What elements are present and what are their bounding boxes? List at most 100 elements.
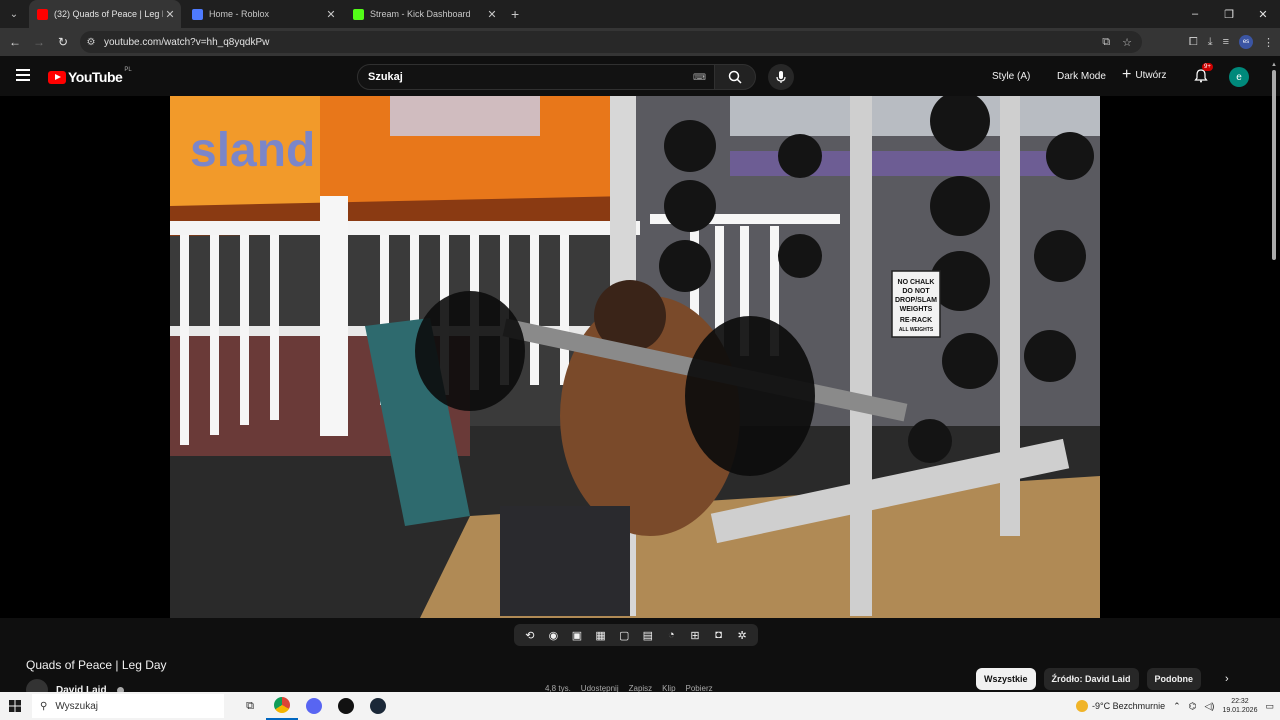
svg-text:DROP/SLAM: DROP/SLAM [895,297,937,304]
search-icon: ⚲ [40,700,48,712]
speed-icon[interactable]: ◔ [662,629,680,641]
close-tab-icon[interactable]: ✕ [163,8,177,21]
chip-from-channel[interactable]: Źródło: David Laid [1043,668,1139,690]
scrollbar-thumb[interactable] [1272,70,1276,260]
svg-text:ALL WEIGHTS: ALL WEIGHTS [899,327,934,333]
video-frame[interactable]: sland NO CHALK DO NOT DROP/SLAM WEIGHTS … [170,96,1100,618]
chrome-icon[interactable] [266,692,298,720]
page-scrollbar[interactable]: ▲ [1271,62,1277,720]
create-button[interactable]: + Utwórz [1122,66,1167,83]
notification-center-icon[interactable]: ▭ [1265,701,1274,712]
close-tab-icon[interactable]: ✕ [324,8,338,21]
camera-icon[interactable]: ▣ [568,629,586,642]
voice-search-button[interactable] [768,64,794,90]
account-avatar[interactable]: e [1229,67,1249,87]
app-icon[interactable] [330,692,362,720]
notification-badge: 9+ [1202,63,1213,71]
youtube-logo[interactable]: YouTube PL [48,67,132,85]
kick-favicon-icon [353,8,364,20]
loop-icon[interactable]: ⟲ [521,629,539,642]
youtube-play-icon [48,70,66,84]
maximize-button[interactable]: ❐ [1212,8,1246,21]
system-tray: -9°C Bezchmurnie ⌃ ⌬ ◁) 22:32 19.01.2026… [1075,692,1280,720]
clock-date: 19.01.2026 [1222,707,1258,714]
filter-chips: Wszystkie Źródło: David Laid Podobne › [976,668,1229,690]
close-tab-icon[interactable]: ✕ [485,8,499,21]
url-text[interactable]: youtube.com/watch?v=hh_q8yqdkPw [104,37,269,48]
extensions-icon[interactable]: ⧠ [1189,36,1198,49]
style-toggle-button[interactable]: Style (A) [992,71,1030,82]
window-controls: – ❐ ✕ [1178,0,1280,28]
media-controls-icon[interactable]: ≡ [1223,36,1229,48]
clock[interactable]: 22:32 19.01.2026 [1222,697,1257,715]
tab-search-button[interactable]: ⌄ [2,2,26,26]
discord-icon[interactable] [298,692,330,720]
clock-time: 22:32 [1231,698,1249,705]
steam-icon[interactable] [362,692,394,720]
banner-text: sland [190,124,315,177]
pip-icon[interactable]: ▤ [639,629,657,642]
notifications-button[interactable]: 9+ [1194,63,1213,88]
cinema-icon[interactable]: ▦ [592,629,610,642]
browser-tab-bar: ⌄ (32) Quads of Peace | Leg Day - ✕ Home… [0,0,1280,28]
taskbar-search-placeholder: Wyszukaj [55,700,99,712]
weather-widget[interactable]: -9°C Bezchmurnie [1075,700,1165,712]
svg-text:WEIGHTS: WEIGHTS [900,306,933,313]
svg-text:DO NOT: DO NOT [902,288,930,295]
toolbar-right-icons: ⧠ ⤓ ≡ es ⋮ [1189,28,1274,56]
site-info-icon[interactable]: ⚙ [80,37,102,48]
chip-all[interactable]: Wszystkie [976,668,1036,690]
address-bar[interactable]: ⚙ youtube.com/watch?v=hh_q8yqdkPw ⧉ ☆ [80,31,1142,53]
settings-icon[interactable]: ✲ [733,629,751,642]
forward-arrow-icon[interactable]: → [27,35,51,49]
network-icon[interactable]: ⌬ [1189,701,1197,712]
back-arrow-icon[interactable]: ← [3,35,27,49]
tab-title: (32) Quads of Peace | Leg Day - [54,9,163,19]
browser-menu-icon[interactable]: ⋮ [1263,36,1274,49]
tab-roblox[interactable]: Home - Roblox ✕ [184,0,342,28]
install-app-icon[interactable]: ⧉ [1102,36,1110,49]
chip-related[interactable]: Podobne [1146,668,1202,690]
taskbar-search-input[interactable]: ⚲ Wyszukaj [32,694,224,718]
search-icon [728,70,742,84]
close-window-button[interactable]: ✕ [1246,8,1280,21]
video-player[interactable]: sland NO CHALK DO NOT DROP/SLAM WEIGHTS … [0,96,1280,618]
keyboard-icon[interactable]: ⌨ [693,72,706,83]
youtube-header: YouTube PL Szukaj ⌨ Style (A) Dark Mode … [0,56,1280,96]
tab-kick[interactable]: Stream - Kick Dashboard ✕ [345,0,503,28]
hamburger-menu-icon[interactable] [16,69,30,81]
search-text[interactable]: Szukaj [368,71,693,83]
search-input[interactable]: Szukaj ⌨ [357,64,715,90]
moon-icon [1075,700,1088,712]
tab-youtube[interactable]: (32) Quads of Peace | Leg Day - ✕ [29,0,181,28]
minimize-button[interactable]: – [1178,8,1212,20]
microphone-icon [776,71,786,83]
volume-icon[interactable]: ◁) [1205,701,1215,712]
plus-icon: + [1122,66,1132,83]
screen-icon[interactable]: ▢ [615,629,633,642]
tab-title: Home - Roblox [209,9,270,19]
video-scene: sland NO CHALK DO NOT DROP/SLAM WEIGHTS … [170,96,1100,618]
audio-icon[interactable]: ◉ [544,629,562,642]
new-tab-button[interactable]: + [511,6,519,22]
scroll-up-icon[interactable]: ▲ [1271,62,1277,68]
downloads-icon[interactable]: ⤓ [1208,36,1213,49]
country-code: PL [124,67,132,73]
profile-avatar[interactable]: es [1239,35,1253,49]
screenshot-icon[interactable]: ◘ [710,629,728,641]
chevron-right-icon[interactable]: › [1225,673,1229,685]
tray-chevron-icon[interactable]: ⌃ [1173,701,1181,712]
create-label: Utwórz [1135,69,1167,81]
add-icon[interactable]: ⊞ [686,629,704,642]
task-view-icon[interactable]: ⧉ [234,692,266,720]
tab-title: Stream - Kick Dashboard [370,9,471,19]
youtube-favicon-icon [37,8,48,20]
bell-icon [1194,69,1208,83]
youtube-wordmark: YouTube [68,69,123,85]
windows-start-icon[interactable] [0,700,30,712]
windows-taskbar: ⚲ Wyszukaj ⧉ -9°C Bezchmurnie ⌃ ⌬ ◁) 22:… [0,692,1280,720]
search-button[interactable] [714,64,756,90]
reload-icon[interactable]: ↻ [51,35,75,49]
dark-mode-button[interactable]: Dark Mode [1057,71,1106,82]
bookmark-star-icon[interactable]: ☆ [1122,36,1132,49]
